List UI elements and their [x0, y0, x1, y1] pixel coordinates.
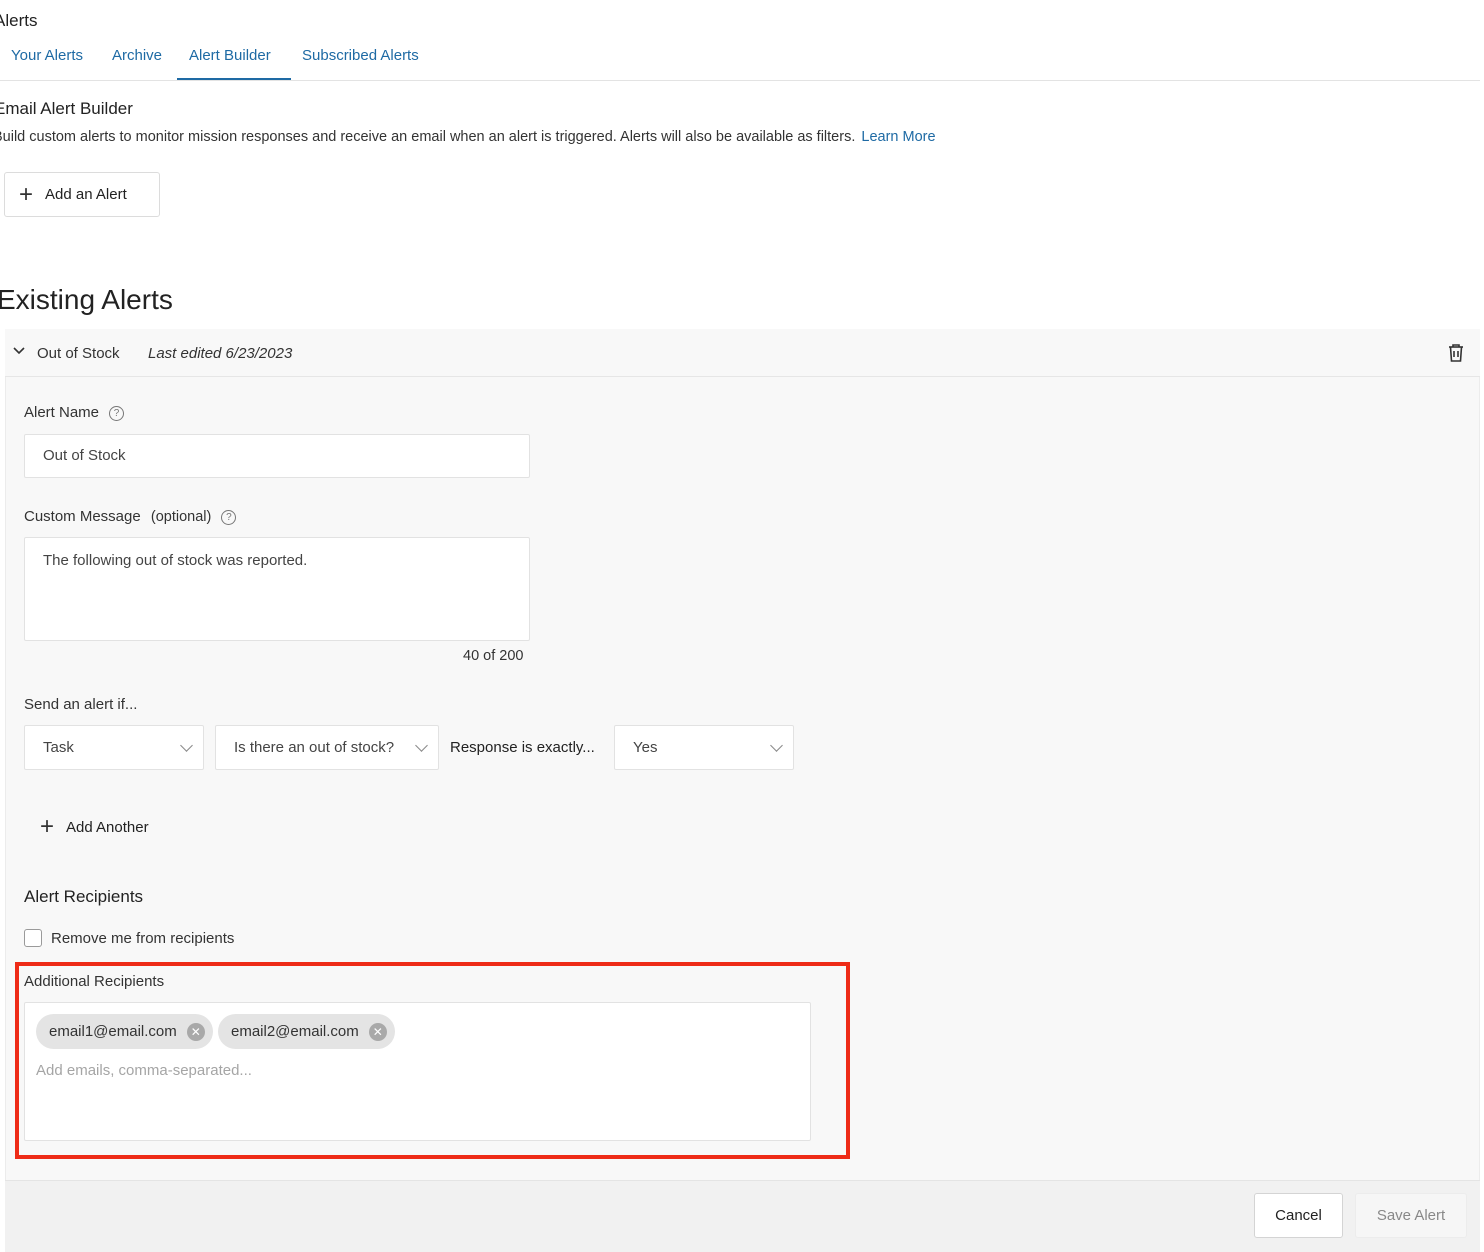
save-alert-button[interactable]: Save Alert: [1355, 1193, 1467, 1238]
condition-value-select[interactable]: Yes: [614, 725, 794, 770]
existing-alerts-title: Existing Alerts: [0, 284, 173, 315]
recipients-placeholder[interactable]: Add emails, comma-separated...: [36, 1062, 252, 1079]
recipient-chip: email2@email.com ✕: [218, 1014, 395, 1049]
char-counter: 40 of 200: [463, 648, 524, 664]
plus-icon: +: [40, 813, 55, 840]
custom-message-textarea[interactable]: The following out of stock was reported.: [24, 537, 530, 641]
alert-name-input[interactable]: Out of Stock: [24, 434, 530, 478]
condition-question-value: Is there an out of stock?: [234, 739, 395, 756]
builder-description-text: Build custom alerts to monitor mission r…: [0, 129, 856, 145]
remove-me-label: Remove me from recipients: [51, 930, 235, 947]
condition-value-value: Yes: [633, 739, 658, 756]
alert-name-label-row: Alert Name?: [24, 404, 125, 421]
chevron-down-icon: [180, 738, 193, 752]
active-tab-indicator: [177, 78, 291, 80]
chevron-down-icon[interactable]: [12, 344, 26, 363]
builder-title: Email Alert Builder: [0, 99, 133, 118]
tab-bar: Your Alerts Archive Alert Builder Subscr…: [0, 44, 1480, 81]
remove-chip-icon[interactable]: ✕: [186, 1022, 205, 1041]
remove-me-checkbox[interactable]: [24, 929, 42, 947]
tab-subscribed-alerts[interactable]: Subscribed Alerts: [302, 47, 419, 64]
tab-alert-builder[interactable]: Alert Builder: [189, 47, 271, 64]
tab-your-alerts[interactable]: Your Alerts: [11, 47, 83, 64]
alert-last-edited: Last edited 6/23/2023: [148, 345, 293, 362]
add-another-button[interactable]: + Add Another: [40, 815, 149, 839]
add-alert-button[interactable]: + Add an Alert: [4, 172, 160, 217]
cancel-button[interactable]: Cancel: [1254, 1193, 1343, 1238]
page-title: Alerts: [0, 11, 38, 30]
additional-recipients-label: Additional Recipients: [24, 973, 165, 990]
learn-more-link[interactable]: Learn More: [861, 129, 935, 145]
condition-type-select[interactable]: Task: [24, 725, 204, 770]
help-icon[interactable]: ?: [109, 406, 125, 421]
recipient-chip: email1@email.com ✕: [36, 1014, 213, 1049]
alert-title: Out of Stock: [37, 345, 120, 362]
tab-archive[interactable]: Archive: [112, 47, 162, 64]
custom-message-label: Custom Message: [24, 508, 141, 525]
chevron-down-icon: [770, 738, 783, 752]
trash-icon[interactable]: [1445, 342, 1467, 369]
chevron-down-icon: [415, 738, 428, 752]
recipient-email: email2@email.com: [231, 1023, 359, 1040]
custom-message-label-row: Custom Message (optional)?: [24, 508, 237, 525]
builder-description: Build custom alerts to monitor mission r…: [0, 129, 936, 145]
condition-label: Send an alert if...: [24, 696, 138, 713]
optional-label: (optional): [150, 509, 212, 525]
alert-recipients-heading: Alert Recipients: [24, 887, 144, 906]
remove-chip-icon[interactable]: ✕: [368, 1022, 387, 1041]
recipient-email: email1@email.com: [49, 1023, 177, 1040]
condition-question-select[interactable]: Is there an out of stock?: [215, 725, 439, 770]
help-icon[interactable]: ?: [221, 510, 237, 525]
plus-icon: +: [19, 180, 34, 208]
alert-name-label: Alert Name: [24, 404, 100, 421]
condition-operator-text: Response is exactly...: [450, 739, 595, 756]
add-alert-label: Add an Alert: [45, 186, 127, 203]
add-another-label: Add Another: [66, 818, 149, 836]
condition-type-value: Task: [43, 739, 74, 756]
